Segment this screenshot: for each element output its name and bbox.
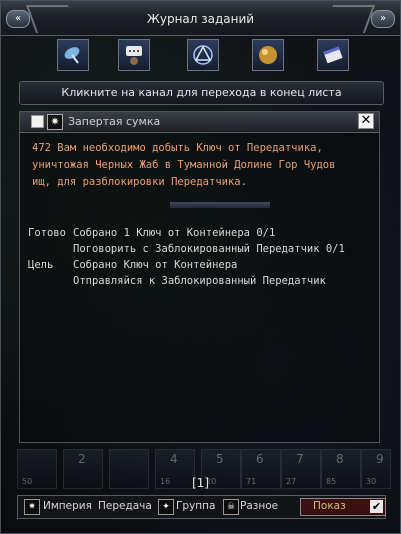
- book-icon[interactable]: [317, 39, 349, 71]
- star-icon: ✷: [47, 114, 63, 130]
- filter-label[interactable]: Группа: [176, 500, 215, 512]
- slot-number: 4: [170, 452, 178, 466]
- close-icon[interactable]: ✕: [358, 113, 374, 129]
- progress-label: [28, 273, 73, 289]
- sigil-icon[interactable]: ✦: [158, 499, 174, 515]
- dropdown-value: Показ: [313, 500, 346, 512]
- progress-value: Отправляйся к Заблокированный Передатчик: [73, 275, 326, 287]
- channel-hint-bar[interactable]: Кликните на канал для перехода в конец л…: [19, 81, 384, 105]
- chat-avatar-icon[interactable]: [118, 39, 150, 71]
- skull-icon[interactable]: ☠: [223, 499, 239, 515]
- progress-value: Собрано Ключ от Контейнера: [73, 259, 238, 271]
- show-dropdown[interactable]: Показ ✔: [300, 498, 386, 516]
- filter-label[interactable]: Передача: [98, 500, 152, 512]
- quest-checkbox[interactable]: [31, 115, 44, 128]
- filter-label[interactable]: Империя: [43, 500, 92, 512]
- double-chevron-icon[interactable]: »: [371, 10, 395, 28]
- quest-description: 472 Вам необходимо добыть Ключ от Переда…: [32, 140, 377, 191]
- progress-value: Собрано 1 Ключ от Контейнера 0/1: [73, 227, 276, 239]
- progress-label: Цель: [28, 259, 54, 271]
- progress-row: Поговорить с Заблокированный Передатчик …: [28, 241, 378, 257]
- quest-journal-window: « Журнал заданий » Кликните на канал для…: [0, 0, 401, 534]
- check-icon[interactable]: ✔: [370, 500, 383, 513]
- frame-ornament: [322, 5, 376, 33]
- quest-panel: ✷ Запертая сумка ✕ 472 Вам необходимо до…: [19, 111, 380, 443]
- progress-row: Цель Собрано Ключ от Контейнера: [28, 257, 378, 273]
- progress-row: Отправляйся к Заблокированный Передатчик: [28, 273, 378, 289]
- quest-header[interactable]: ✷ Запертая сумка ✕: [20, 112, 379, 133]
- sigil-icon[interactable]: [187, 39, 219, 71]
- slot-number: 6: [256, 452, 264, 466]
- title-bar[interactable]: « Журнал заданий »: [1, 1, 400, 36]
- quest-title: Запертая сумка: [68, 115, 161, 128]
- star-icon[interactable]: ✷: [24, 499, 40, 515]
- filter-bar: ✷ Империя Передача ✦ Группа ☠ Разное Пок…: [17, 495, 386, 519]
- quest-desc-line: 472 Вам необходимо добыть Ключ от Переда…: [32, 142, 323, 154]
- divider: [170, 202, 270, 208]
- progress-row: Готово Собрано 1 Ключ от Контейнера 0/1: [28, 225, 378, 241]
- progress-label: [28, 241, 73, 257]
- orb-icon[interactable]: [252, 39, 284, 71]
- slot-number: 9: [376, 452, 384, 466]
- satellite-dish-icon[interactable]: [57, 39, 89, 71]
- slot-number: 7: [296, 452, 304, 466]
- progress-value: Поговорить с Заблокированный Передатчик …: [73, 243, 345, 255]
- slot-number: 5: [216, 452, 224, 466]
- quest-desc-line: уничтожая Черных Жаб в Туманной Долине Г…: [32, 159, 336, 171]
- page-indicator[interactable]: [1]: [1, 476, 400, 490]
- slot-number: 8: [336, 452, 344, 466]
- quest-progress: Готово Собрано 1 Ключ от Контейнера 0/1 …: [28, 225, 378, 289]
- category-toolbar: [1, 39, 400, 75]
- filter-label[interactable]: Разное: [240, 500, 278, 512]
- progress-label: Готово: [28, 227, 66, 239]
- quest-desc-line: ищ, для разблокировки Передатчика.: [32, 176, 247, 188]
- slot-number: 2: [78, 452, 86, 466]
